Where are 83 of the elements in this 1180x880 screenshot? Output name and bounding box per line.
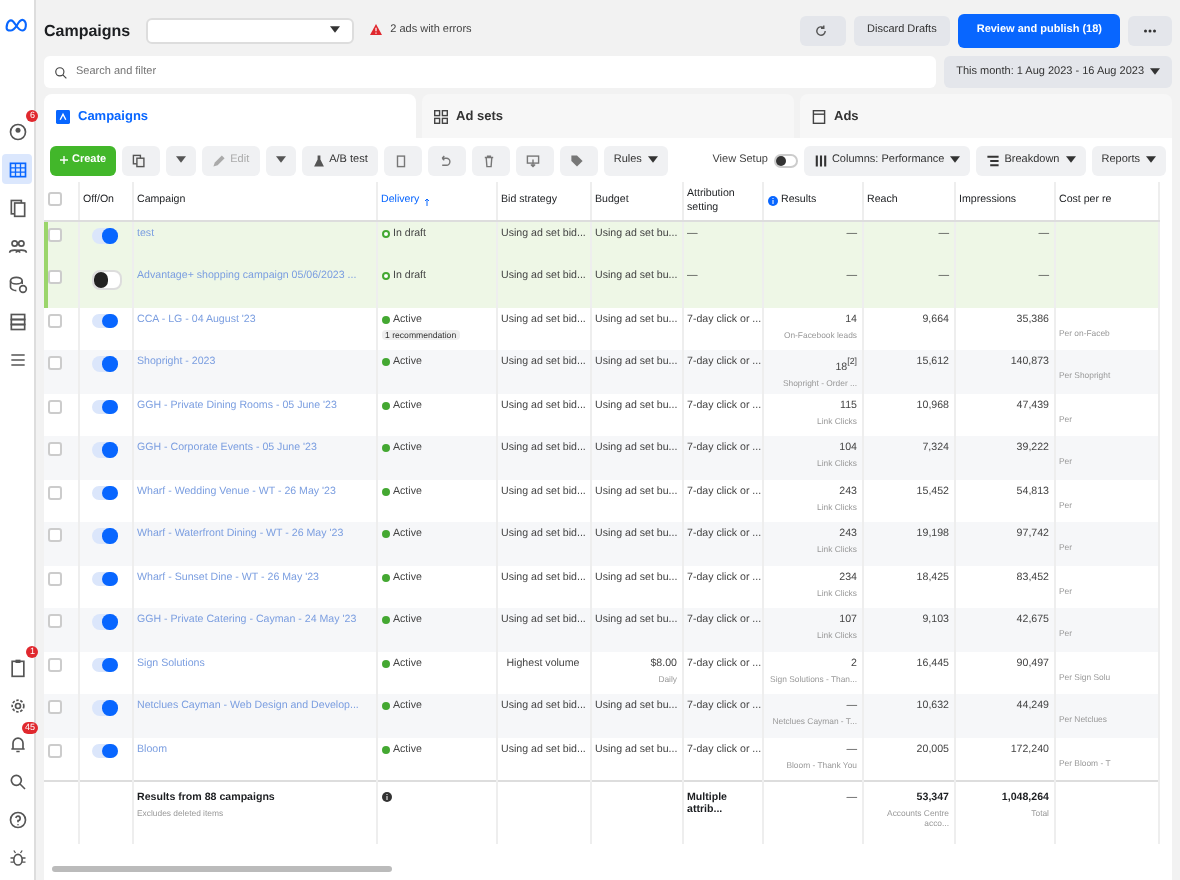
settings-icon (7, 695, 27, 715)
row-checkbox[interactable] (48, 571, 62, 585)
dropdown-button[interactable] (265, 145, 296, 175)
export-icon (525, 153, 540, 167)
campaign-toggle[interactable] (91, 528, 117, 543)
copy-icon (132, 153, 147, 167)
row-checkbox[interactable] (48, 270, 62, 284)
grid-icon (434, 109, 448, 123)
flask-icon (311, 153, 326, 167)
caret-icon (1146, 156, 1156, 164)
campaign-toggle[interactable] (91, 228, 117, 243)
coins-icon (7, 273, 27, 293)
sidebar-item[interactable] (2, 154, 32, 184)
scrollbar-thumb[interactable] (52, 866, 392, 872)
refresh-button[interactable] (799, 15, 845, 45)
menu-icon (7, 349, 27, 369)
campaign-toggle[interactable] (91, 700, 117, 715)
info-icon (767, 196, 777, 206)
plus-icon (60, 156, 68, 164)
caret-icon (647, 156, 658, 164)
duplicate-button[interactable] (122, 145, 161, 175)
tag-button[interactable] (559, 145, 598, 175)
row-checkbox[interactable] (48, 528, 62, 542)
row-checkbox[interactable] (48, 485, 62, 499)
info-icon (381, 791, 391, 801)
pages-icon (7, 197, 27, 217)
campaign-toggle[interactable] (91, 571, 117, 586)
row-checkbox[interactable] (48, 743, 62, 757)
profile-icon (7, 121, 27, 141)
clipboard-icon (7, 657, 27, 677)
row-checkbox[interactable] (48, 700, 62, 714)
row-checkbox[interactable] (48, 356, 62, 370)
columns-icon (813, 153, 828, 167)
clipboard-icon (393, 153, 408, 167)
caret-icon (950, 156, 961, 164)
people-icon (7, 235, 27, 255)
search-icon (54, 65, 68, 79)
undo-button[interactable] (427, 145, 466, 175)
caret-icon (330, 26, 341, 34)
tag-icon (569, 153, 584, 167)
row-checkbox[interactable] (48, 399, 62, 413)
logo-icon (4, 16, 30, 32)
campaign-toggle[interactable] (91, 313, 117, 328)
flag-icon (56, 109, 70, 123)
sort-arrow-icon (423, 197, 430, 205)
caret-icon (176, 156, 187, 164)
stack-icon (7, 311, 27, 331)
table-icon (7, 159, 27, 179)
pencil-icon (212, 153, 227, 167)
bell-icon (7, 733, 27, 753)
campaign-toggle[interactable] (91, 356, 117, 371)
breakdown-icon (986, 153, 1001, 167)
campaign-toggle[interactable] (91, 657, 117, 672)
caret-icon (1065, 156, 1076, 164)
row-checkbox[interactable] (48, 442, 62, 456)
row-checkbox[interactable] (48, 313, 62, 327)
caret-icon (275, 156, 286, 164)
delete-button[interactable] (471, 145, 510, 175)
clipboard-button[interactable] (383, 145, 422, 175)
row-checkbox[interactable] (48, 657, 62, 671)
row-checkbox[interactable] (48, 614, 62, 628)
warning-icon (370, 24, 383, 36)
campaign-toggle[interactable] (91, 743, 117, 758)
campaign-toggle[interactable] (91, 614, 117, 629)
page-title: Campaigns (44, 21, 131, 39)
view-setup-toggle[interactable] (773, 153, 798, 167)
export-button[interactable] (515, 145, 554, 175)
bug-icon (7, 847, 27, 867)
trash-icon (481, 153, 496, 167)
refresh-icon (813, 23, 827, 37)
help-icon (7, 809, 27, 829)
more-icon (1142, 27, 1158, 33)
row-checkbox[interactable] (48, 228, 62, 242)
page-icon (812, 109, 826, 123)
campaign-toggle[interactable] (91, 270, 121, 289)
campaign-toggle[interactable] (91, 442, 117, 457)
caret-icon (1150, 68, 1160, 76)
campaign-toggle[interactable] (91, 399, 117, 414)
undo-icon (437, 153, 452, 167)
select-all-checkbox[interactable] (48, 191, 62, 206)
search-icon (7, 771, 27, 791)
dropdown-button[interactable] (166, 145, 197, 175)
campaign-toggle[interactable] (91, 485, 117, 500)
